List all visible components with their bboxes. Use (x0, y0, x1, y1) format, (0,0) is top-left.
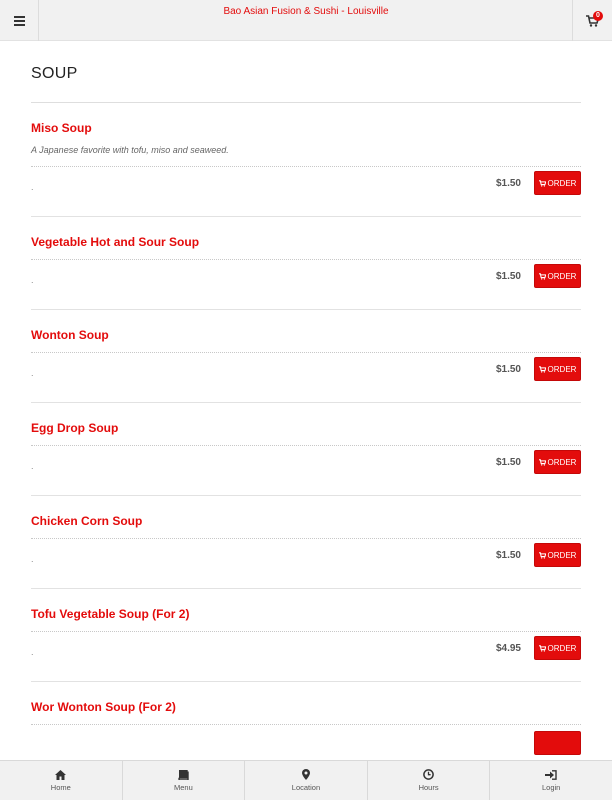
item-name[interactable]: Vegetable Hot and Sour Soup (31, 217, 581, 249)
menu-item: Vegetable Hot and Sour Soup . $1.50 ORDE… (31, 217, 581, 310)
cart-button[interactable]: 0 (572, 0, 612, 41)
menu-item: Tofu Vegetable Soup (For 2) . $4.95 ORDE… (31, 589, 581, 682)
item-name[interactable]: Miso Soup (31, 103, 581, 135)
home-icon (55, 769, 67, 780)
order-button-label: ORDER (547, 178, 577, 188)
item-price: $1.50 (495, 550, 521, 561)
order-button-label: ORDER (547, 457, 577, 467)
order-button-label: ORDER (547, 364, 577, 374)
item-price: $1.50 (495, 271, 521, 282)
cart-icon (538, 272, 546, 280)
order-button[interactable]: ORDER (534, 450, 581, 474)
item-price: $1.50 (495, 178, 521, 189)
item-price-row: . $1.50 ORDER (31, 259, 581, 309)
cart-icon (538, 551, 546, 559)
order-button[interactable]: ORDER (534, 543, 581, 567)
nav-menu[interactable]: Menu (123, 761, 246, 800)
nav-login-label: Login (541, 782, 561, 792)
cart-count-badge: 0 (593, 11, 603, 21)
nav-hours-label: Hours (418, 783, 439, 792)
order-button[interactable] (534, 731, 581, 755)
top-bar: Bao Asian Fusion & Sushi - Louisville 0 (0, 0, 612, 41)
cart-icon (538, 458, 546, 466)
menu-item: Egg Drop Soup . $1.50 ORDER (31, 403, 581, 496)
site-title[interactable]: Bao Asian Fusion & Sushi - Louisville (0, 6, 612, 17)
item-name[interactable]: Tofu Vegetable Soup (For 2) (31, 589, 581, 621)
order-button-label: ORDER (547, 271, 577, 281)
map-marker-icon (301, 769, 310, 780)
nav-menu-label: Menu (174, 782, 193, 792)
bottom-nav: Home Menu Location Hours Login (0, 760, 612, 800)
order-button-label: ORDER (547, 550, 577, 560)
item-price-row: . $1.50 ORDER (31, 352, 581, 402)
menu-content: SOUP Miso Soup A Japanese favorite with … (31, 41, 581, 774)
item-price-row: . $4.95 ORDER (31, 631, 581, 681)
order-button[interactable]: ORDER (534, 171, 581, 195)
nav-location[interactable]: Location (245, 761, 368, 800)
nav-home[interactable]: Home (0, 761, 123, 800)
item-price-row: . $1.50 ORDER (31, 538, 581, 588)
clock-icon (423, 769, 434, 780)
order-button[interactable]: ORDER (534, 264, 581, 288)
item-price: $4.95 (495, 643, 521, 654)
hamburger-icon (13, 15, 25, 26)
nav-location-label: Location (291, 783, 321, 792)
cart-icon (538, 365, 546, 373)
menu-item: Miso Soup A Japanese favorite with tofu,… (31, 103, 581, 217)
nav-login[interactable]: Login (490, 761, 612, 800)
menu-item: Chicken Corn Soup . $1.50 ORDER (31, 496, 581, 589)
order-button[interactable]: ORDER (534, 357, 581, 381)
item-name[interactable]: Chicken Corn Soup (31, 496, 581, 528)
section-title: SOUP (31, 65, 581, 103)
item-name[interactable]: Egg Drop Soup (31, 403, 581, 435)
book-icon (178, 769, 189, 780)
sign-in-icon (545, 769, 557, 780)
order-button[interactable]: ORDER (534, 636, 581, 660)
item-description: A Japanese favorite with tofu, miso and … (31, 145, 229, 155)
menu-item: Wonton Soup . $1.50 ORDER (31, 310, 581, 403)
item-price: $1.50 (495, 364, 521, 375)
nav-hours[interactable]: Hours (368, 761, 491, 800)
item-price-row: . $1.50 ORDER (31, 166, 581, 216)
cart-icon (538, 644, 546, 652)
item-name[interactable]: Wor Wonton Soup (For 2) (31, 682, 581, 714)
order-button-label: ORDER (547, 643, 577, 653)
item-name[interactable]: Wonton Soup (31, 310, 581, 342)
item-price: $1.50 (495, 457, 521, 468)
nav-home-label: Home (50, 782, 71, 792)
cart-icon (538, 179, 546, 187)
item-price-row: . $1.50 ORDER (31, 445, 581, 495)
